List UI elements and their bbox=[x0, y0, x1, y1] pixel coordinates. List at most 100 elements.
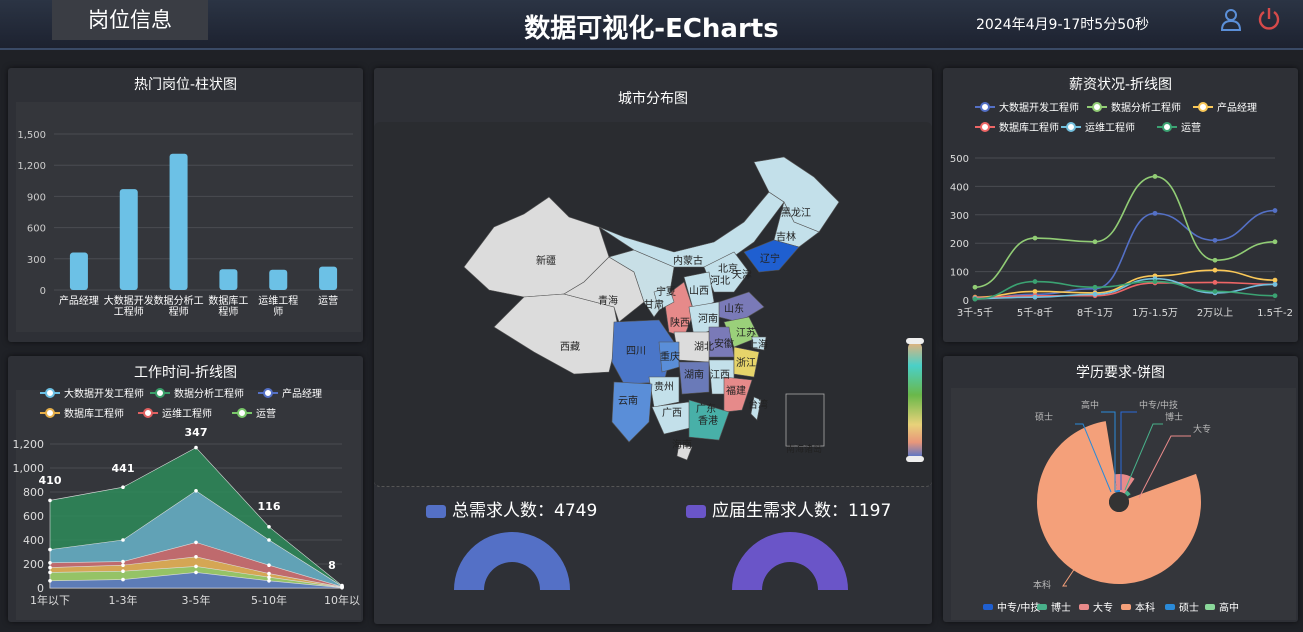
legend-label: 高中 bbox=[1219, 601, 1239, 614]
data-point bbox=[194, 555, 198, 559]
map-label: 福建 bbox=[726, 384, 746, 397]
power-icon[interactable] bbox=[1256, 6, 1282, 32]
education-panel: 学历要求-饼图 高中 中专/中技 硕士 博士 大专 本科 中专/中技 博士 大专 本科 硕士 高中 bbox=[943, 356, 1298, 622]
data-point bbox=[1212, 279, 1218, 285]
legend-label: 数据分析工程师 bbox=[174, 387, 244, 400]
pie-hole bbox=[1109, 492, 1129, 512]
map-label: 广东 bbox=[696, 402, 716, 415]
data-label: 441 bbox=[112, 462, 135, 475]
legend-marker bbox=[45, 408, 55, 418]
map-label: 安徽 bbox=[714, 337, 734, 350]
legend-label: 中专/中技 bbox=[997, 601, 1040, 614]
legend-swatch bbox=[1165, 604, 1175, 610]
x-tick-label: 产品经理 bbox=[59, 294, 99, 307]
data-point bbox=[194, 564, 198, 569]
map-label: 湖北 bbox=[694, 341, 714, 353]
map-label: 江西 bbox=[710, 369, 730, 381]
visual-map-slider[interactable] bbox=[904, 336, 928, 466]
map-label: 香港 bbox=[698, 415, 718, 427]
pie-label: 中专/中技 bbox=[1139, 399, 1178, 411]
data-point bbox=[48, 570, 52, 575]
x-tick-label: 8千-1万 bbox=[1077, 307, 1113, 319]
y-tick-label: 400 bbox=[23, 534, 44, 547]
data-point bbox=[194, 445, 198, 450]
map-label: 吉林 bbox=[776, 230, 796, 243]
x-tick-label: 1万-1.5万 bbox=[1132, 308, 1178, 319]
data-point bbox=[267, 575, 271, 579]
china-map[interactable]: 新疆 西藏 青海 甘肃 内蒙古 宁夏 陕西 山西 河北 北京 天津 辽宁 吉林 … bbox=[374, 122, 932, 486]
legend-label: 产品经理 bbox=[282, 387, 322, 400]
y-tick-label: 1,500 bbox=[17, 130, 46, 141]
legend-marker bbox=[1066, 122, 1076, 132]
data-point bbox=[1272, 277, 1278, 283]
map-label: 河南 bbox=[698, 312, 718, 325]
legend-swatch bbox=[1205, 604, 1215, 610]
hot-jobs-chart: 03006009001,2001,500产品经理 大数据开发工程师数据分析工程师数… bbox=[17, 130, 353, 318]
y-tick-label: 1,200 bbox=[17, 161, 46, 172]
legend-label: 数据分析工程师 bbox=[1111, 101, 1181, 114]
data-point bbox=[48, 547, 52, 552]
map-label: 南海诸岛 bbox=[786, 443, 822, 455]
data-point bbox=[121, 485, 125, 489]
y-tick-label: 600 bbox=[27, 224, 46, 235]
data-point bbox=[972, 296, 978, 302]
legend-label: 产品经理 bbox=[1217, 101, 1257, 114]
y-tick-label: 100 bbox=[950, 268, 969, 279]
map-label: 湖南 bbox=[684, 368, 704, 381]
data-label: 8 bbox=[328, 559, 336, 572]
x-tick-label: 数据分析工 bbox=[154, 294, 204, 307]
data-point bbox=[267, 579, 271, 583]
map-label: 河北 bbox=[710, 275, 730, 287]
x-tick-label: 10年以 bbox=[324, 593, 360, 607]
data-point bbox=[1152, 174, 1158, 179]
data-point bbox=[267, 571, 271, 576]
city-map-panel: 城市分布图 新疆 西藏 青海 甘肃 内蒙古 宁夏 陕西 山西 河北 北京 天津 … bbox=[374, 68, 932, 624]
data-point bbox=[267, 525, 271, 529]
bar bbox=[169, 153, 188, 290]
data-point bbox=[1032, 279, 1038, 284]
legend-marker bbox=[1162, 122, 1172, 132]
graduate-gauge bbox=[732, 532, 848, 590]
work-time-chart: 大数据开发工程师 数据分析工程师 产品经理数据库工程师 运维工程师 运营02004006… bbox=[13, 387, 361, 607]
map-label: 重庆 bbox=[660, 350, 680, 363]
legend-label: 运营 bbox=[1181, 121, 1201, 134]
data-point bbox=[267, 563, 271, 567]
x-tick-label: 5千-8千 bbox=[1017, 307, 1053, 319]
salary-line bbox=[974, 175, 1276, 289]
map-label: 陕西 bbox=[670, 316, 690, 329]
data-point bbox=[194, 570, 198, 575]
data-point bbox=[1272, 293, 1278, 299]
y-tick-label: 0 bbox=[40, 286, 46, 297]
map-label: 云南 bbox=[618, 394, 638, 407]
user-icon[interactable] bbox=[1218, 6, 1244, 32]
legend-label: 博士 bbox=[1051, 601, 1071, 614]
y-tick-label: 800 bbox=[23, 486, 44, 499]
y-tick-label: 0 bbox=[963, 296, 969, 307]
total-gauge bbox=[454, 532, 570, 590]
legend-label: 本科 bbox=[1135, 601, 1155, 614]
map-label: 山西 bbox=[689, 285, 709, 297]
legend-marker bbox=[980, 122, 990, 132]
map-label: 台湾 bbox=[748, 398, 768, 411]
grad-demand-swatch bbox=[686, 504, 706, 518]
legend-marker bbox=[263, 388, 273, 398]
map-label: 四川 bbox=[626, 346, 646, 357]
city-map-title: 城市分布图 bbox=[618, 91, 688, 107]
legend-label: 运营 bbox=[256, 407, 276, 420]
legend-marker bbox=[237, 408, 247, 418]
clock: 2024年4月9-17时5分50秒 bbox=[976, 17, 1150, 33]
total-demand-swatch bbox=[426, 504, 446, 518]
data-point bbox=[340, 585, 344, 590]
legend-label: 硕士 bbox=[1179, 601, 1199, 614]
map-label: 浙江 bbox=[736, 357, 756, 369]
data-point bbox=[48, 565, 52, 570]
bar bbox=[69, 252, 88, 290]
data-point bbox=[1152, 279, 1158, 284]
x-tick-label: 运营 bbox=[318, 294, 338, 307]
south-china-sea-inset bbox=[785, 393, 825, 447]
map-label: 江苏 bbox=[736, 326, 756, 339]
legend-label: 数据库工程师 bbox=[999, 121, 1059, 134]
legend-label: 运维工程师 bbox=[162, 407, 212, 420]
map-label: 贵州 bbox=[654, 380, 674, 393]
data-point bbox=[121, 563, 125, 567]
